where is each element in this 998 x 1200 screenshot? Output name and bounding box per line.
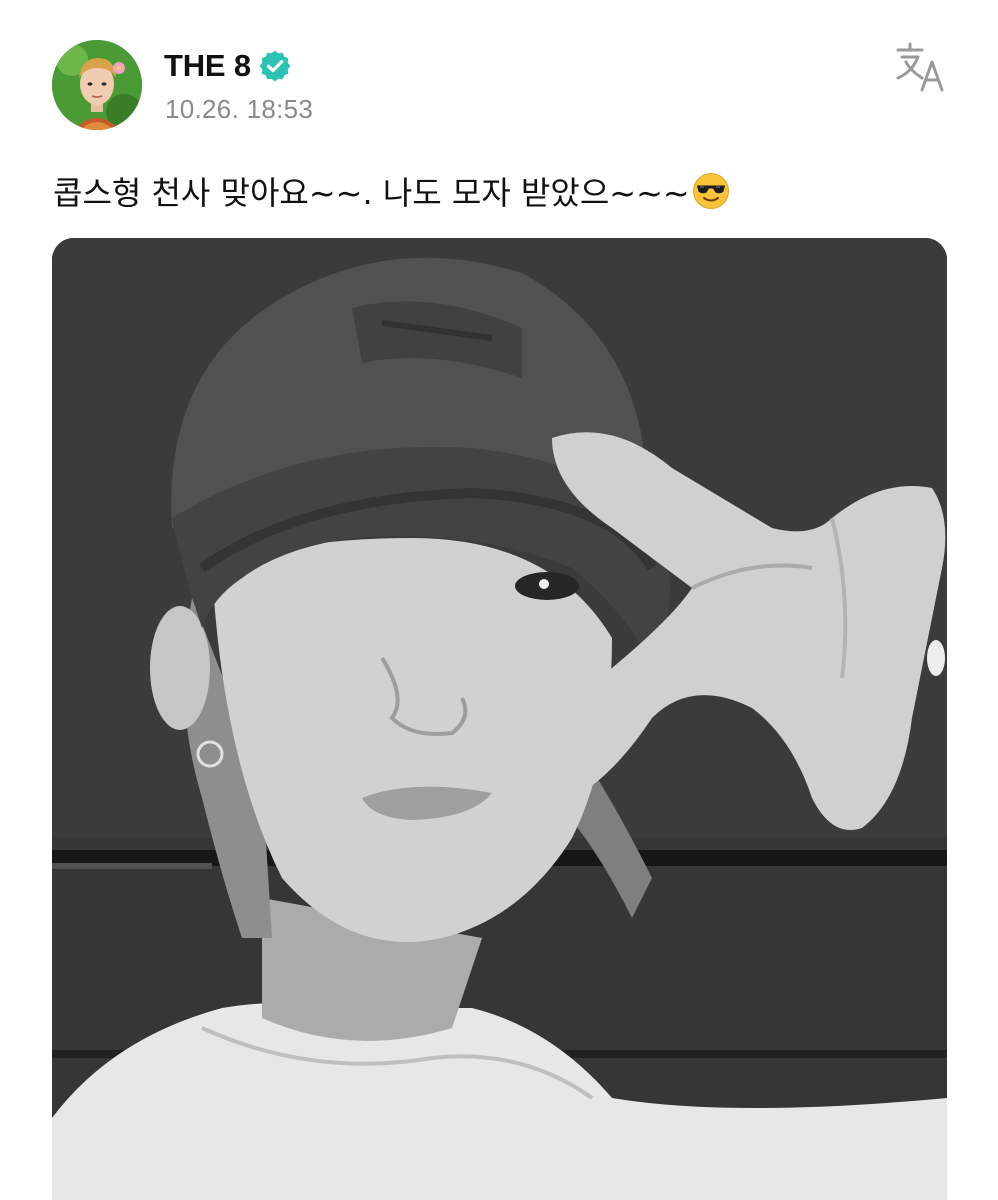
verified-badge-icon [259,50,291,82]
sunglasses-emoji-icon [692,172,730,210]
post-body: 콥스형 천사 맞아요~~. 나도 모자 받았으~~~ [53,168,730,214]
author-name[interactable]: THE 8 [164,48,251,84]
author-avatar[interactable] [52,40,142,130]
author-name-row: THE 8 [164,44,291,88]
translate-icon [896,42,944,92]
post-timestamp: 10.26. 18:53 [165,94,314,124]
post-header: THE 8 10.26. 18:53 [52,40,952,130]
translate-button[interactable] [892,40,952,96]
post-text: 콥스형 천사 맞아요~~. 나도 모자 받았으~~~ [53,174,690,212]
post-photo[interactable] [52,238,947,1200]
post-card: THE 8 10.26. 18:53 콥스형 천사 맞아요~~. 나도 모자 받… [0,0,998,1200]
